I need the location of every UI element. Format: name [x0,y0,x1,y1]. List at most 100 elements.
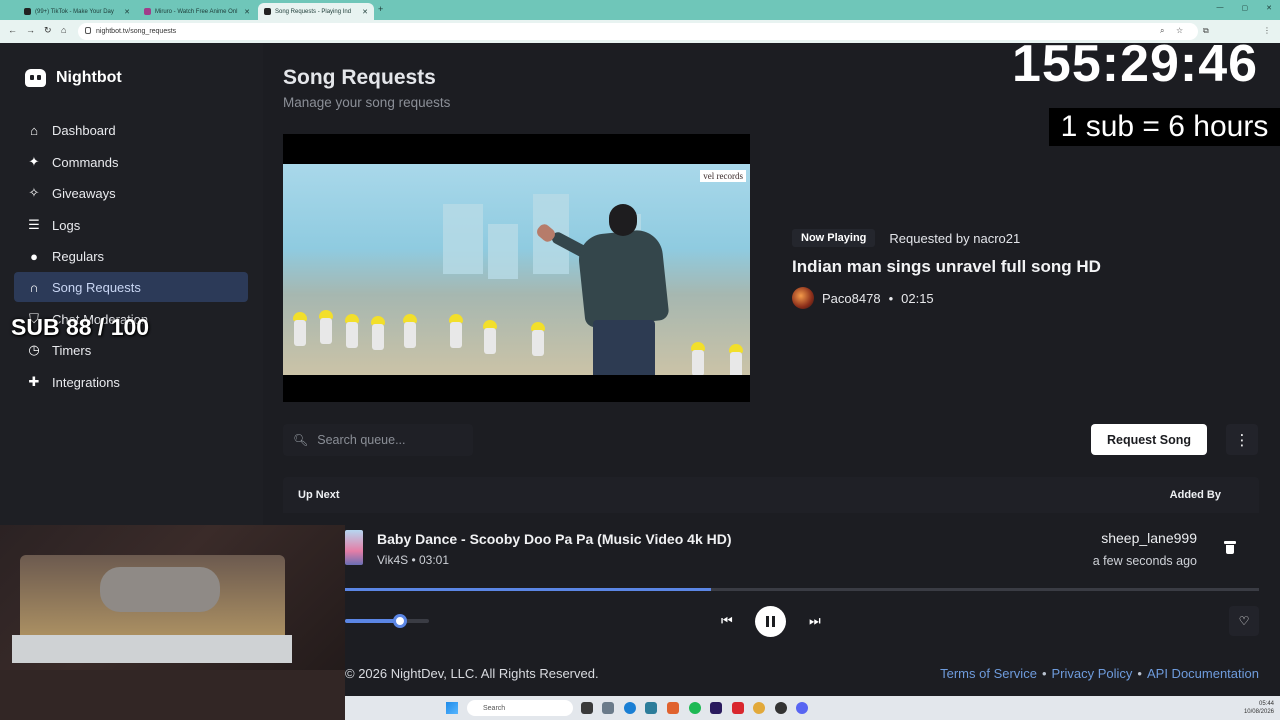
pause-button[interactable] [755,606,786,637]
sidebar-item-label: Regulars [52,248,105,264]
link-separator: • [1137,666,1142,681]
previous-track-icon[interactable]: ⏮ [721,613,733,629]
volume-knob[interactable] [392,614,407,628]
video-subject [534,198,683,375]
back-icon[interactable]: ← [8,25,17,35]
home-button-icon[interactable]: ⌂ [61,25,66,35]
close-tab-icon[interactable]: ✕ [362,8,368,16]
now-playing-meta: Paco8478 • 02:15 [792,287,934,309]
heart-icon[interactable]: ♡ [1229,606,1259,636]
store-icon[interactable] [645,702,657,714]
taskbar-time: 05:44 [1258,701,1274,707]
added-by-label: Added By [1169,489,1221,501]
sidebar-item-song-requests[interactable]: ∩ Song Requests [14,272,248,302]
sidebar-item-dashboard[interactable]: ⌂ Dashboard [14,115,248,145]
sidebar-item-integrations[interactable]: ✚ Integrations [14,367,248,397]
requested-by: Requested by nacro21 [889,230,1021,246]
task-view-icon[interactable] [581,702,593,714]
obs-icon[interactable] [775,702,787,714]
browser-tab-tiktok[interactable]: (99+) TikTok - Make Your Day ✕ [18,3,136,20]
home-icon: ⌂ [30,122,38,138]
queue-item-added-time: a few seconds ago [1092,554,1197,568]
search-input[interactable] [317,433,468,447]
users-icon: ● [30,248,38,264]
menu-dots-icon[interactable]: ⋮ [1263,26,1271,35]
next-track-icon[interactable]: ⏭ [809,613,821,629]
up-next-label: Up Next [298,489,340,501]
list-icon: ☰ [28,217,40,232]
terms-link[interactable]: Terms of Service [940,666,1037,681]
discord-icon[interactable] [796,702,808,714]
clock-icon: ◷ [28,342,40,357]
chrome-icon[interactable] [753,702,765,714]
brand-logo[interactable]: Nightbot [25,69,122,87]
sidebar-item-label: Commands [52,154,119,170]
video-watermark: vel records [700,170,746,182]
headphones-icon: ∩ [29,279,39,295]
sidebar-item-label: Integrations [52,374,120,390]
sidebar-item-label: Logs [52,217,81,233]
trash-icon[interactable] [1224,541,1236,554]
sidebar-item-label: Dashboard [52,122,116,138]
sidebar-item-label: Giveaways [52,185,116,201]
volume-slider[interactable] [345,619,429,623]
close-tab-icon[interactable]: ✕ [124,8,130,16]
browser-tab-song-requests[interactable]: Song Requests - Playing Ind ✕ [258,3,374,20]
wand-icon: ✦ [28,154,40,169]
sidebar-item-label: Song Requests [52,279,141,295]
browser-tab-miruro[interactable]: Miruro - Watch Free Anime Onl ✕ [138,3,256,20]
queue-item-title: Baby Dance - Scooby Doo Pa Pa (Music Vid… [377,531,732,547]
webcam-overlay [0,525,345,720]
video-frame: vel records [283,164,750,375]
queue-item-added-by: sheep_lane999 [1101,530,1197,546]
video-player[interactable]: vel records [283,134,750,402]
taskbar-clock[interactable]: 05:44 10/08/2026 [1244,700,1274,716]
spotify-icon[interactable] [689,702,701,714]
request-song-button[interactable]: Request Song [1091,424,1207,455]
tab-label: Song Requests - Playing Ind [275,8,352,15]
vivaldi-icon[interactable] [732,702,744,714]
url-text: nightbot.tv/song_requests [96,28,177,35]
sidebar-item-commands[interactable]: ✦ Commands [14,147,248,177]
sidebar-item-regulars[interactable]: ● Regulars [14,241,248,271]
more-options-button[interactable]: ⋮ [1226,424,1258,455]
sidebar-item-logs[interactable]: ☰ Logs [14,210,248,240]
maximize-icon[interactable]: ▢ [1242,4,1249,12]
sidebar-item-giveaways[interactable]: ✧ Giveaways [14,178,248,208]
close-window-icon[interactable]: ✕ [1266,4,1272,12]
taskbar-date: 10/08/2026 [1243,709,1274,715]
windows-start-icon[interactable] [446,702,458,714]
tab-label: (99+) TikTok - Make Your Day [35,8,114,15]
close-tab-icon[interactable]: ✕ [244,8,250,16]
party-icon: ✧ [28,185,40,200]
volume-fill [345,619,400,623]
edge-icon[interactable] [624,702,636,714]
footer-links: Terms of Service • Privacy Policy • API … [940,666,1259,681]
player-controls: ⏮ ⏭ ♡ [345,591,1259,649]
settings-icon[interactable] [602,702,614,714]
queue-header: Up Next Added By [283,477,1259,513]
forward-icon[interactable]: → [26,25,35,35]
reload-icon[interactable]: ↻ [44,25,52,36]
page-title: Song Requests [283,66,436,89]
nightbot-icon [264,8,271,15]
minimize-icon[interactable]: — [1217,4,1224,12]
page-subtitle: Manage your song requests [283,95,451,110]
tiktok-icon [24,8,31,15]
tab-label: Miruro - Watch Free Anime Onl [155,8,238,15]
vertical-dots-icon: ⋮ [1234,431,1250,449]
queue-row[interactable]: Baby Dance - Scooby Doo Pa Pa (Music Vid… [283,513,1259,583]
privacy-link[interactable]: Privacy Policy [1052,666,1133,681]
now-playing-title: Indian man sings unravel full song HD [792,257,1101,276]
sub-rate-overlay: 1 sub = 6 hours [1049,108,1280,146]
new-tab-icon[interactable]: + [378,4,383,14]
stream-timer: 155:29:46 [1012,35,1259,93]
puzzle-icon: ✚ [28,374,40,389]
brave-icon[interactable] [667,702,679,714]
now-playing-badge: Now Playing [792,229,876,247]
premiere-icon[interactable] [710,702,722,714]
sub-count-overlay: SUB 88 / 100 [11,314,150,340]
taskbar-search[interactable]: Search [467,700,573,716]
api-docs-link[interactable]: API Documentation [1147,666,1259,681]
taskbar-search-label: Search [483,704,506,712]
